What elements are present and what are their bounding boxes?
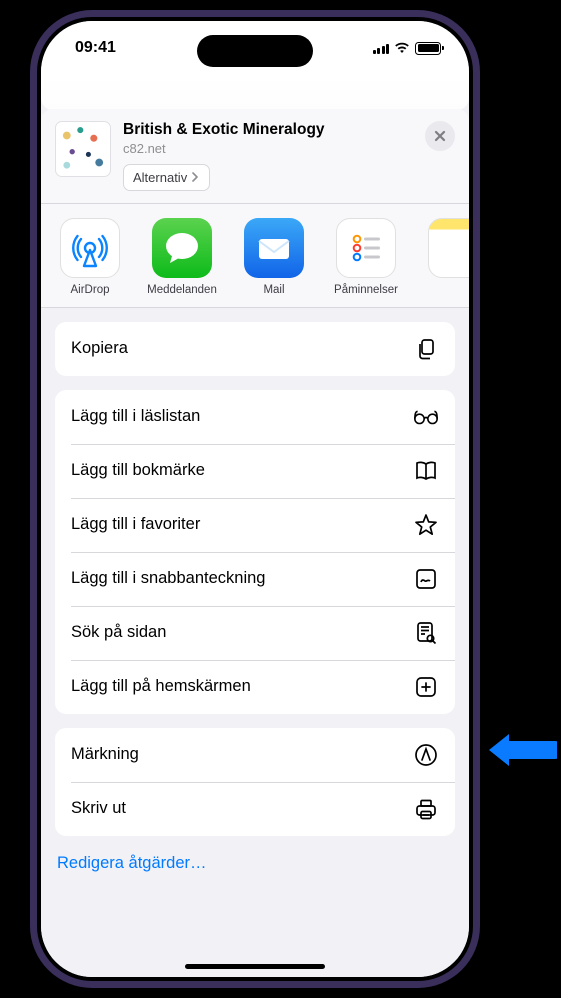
copy-icon xyxy=(413,336,439,362)
action-label: Lägg till i favoriter xyxy=(71,515,200,534)
quick-note-icon xyxy=(413,566,439,592)
action-favorites[interactable]: Lägg till i favoriter xyxy=(55,498,455,552)
action-label: Kopiera xyxy=(71,339,128,358)
edit-actions-link[interactable]: Redigera åtgärder… xyxy=(55,850,455,873)
app-messages[interactable]: Meddelanden xyxy=(147,218,217,297)
action-group-copy: Kopiera xyxy=(55,322,455,376)
action-quick-note[interactable]: Lägg till i snabbanteckning xyxy=(55,552,455,606)
reminders-icon xyxy=(336,218,396,278)
action-label: Lägg till i läslistan xyxy=(71,407,200,426)
app-reminders[interactable]: Påminnelser xyxy=(331,218,401,297)
app-label: Mail xyxy=(239,284,309,297)
markup-icon xyxy=(413,742,439,768)
action-group-main: Lägg till i läslistan Lägg till bokmärk xyxy=(55,390,455,714)
action-label: Skriv ut xyxy=(71,799,126,818)
screen: 09:41 xyxy=(41,21,469,977)
action-label: Lägg till på hemskärmen xyxy=(71,677,251,696)
action-copy[interactable]: Kopiera xyxy=(55,322,455,376)
status-indicators xyxy=(373,42,442,55)
mail-icon xyxy=(244,218,304,278)
actions-list[interactable]: Kopiera Lägg till i läslistan xyxy=(41,308,469,977)
callout-arrow xyxy=(487,730,557,770)
share-header: British & Exotic Mineralogy c82.net Alte… xyxy=(41,109,469,204)
app-airdrop[interactable]: AirDrop xyxy=(55,218,125,297)
share-titles: British & Exotic Mineralogy c82.net Alte… xyxy=(123,121,413,191)
options-label: Alternativ xyxy=(133,170,187,185)
action-home-screen[interactable]: Lägg till på hemskärmen xyxy=(55,660,455,714)
action-label: Sök på sidan xyxy=(71,623,166,642)
share-sheet: British & Exotic Mineralogy c82.net Alte… xyxy=(41,109,469,977)
app-label: AirDrop xyxy=(55,284,125,297)
doc-search-icon xyxy=(413,620,439,646)
messages-icon xyxy=(152,218,212,278)
action-find-on-page[interactable]: Sök på sidan xyxy=(55,606,455,660)
add-square-icon xyxy=(413,674,439,700)
status-time: 09:41 xyxy=(75,39,116,57)
notes-icon xyxy=(428,218,469,278)
action-print[interactable]: Skriv ut xyxy=(55,782,455,836)
cellular-signal-icon xyxy=(373,42,390,54)
star-icon xyxy=(413,512,439,538)
phone-frame: 09:41 xyxy=(30,10,480,988)
app-notes-peek[interactable] xyxy=(423,218,469,297)
action-label: Lägg till i snabbanteckning xyxy=(71,569,265,588)
action-reading-list[interactable]: Lägg till i läslistan xyxy=(55,390,455,444)
action-label: Lägg till bokmärke xyxy=(71,461,205,480)
app-label: Påminnelser xyxy=(331,284,401,297)
printer-icon xyxy=(413,796,439,822)
dynamic-island xyxy=(197,35,313,67)
action-label: Märkning xyxy=(71,745,139,764)
action-bookmark[interactable]: Lägg till bokmärke xyxy=(55,444,455,498)
close-icon xyxy=(434,130,446,142)
options-button[interactable]: Alternativ xyxy=(123,164,210,191)
app-label: Meddelanden xyxy=(147,284,217,297)
battery-icon xyxy=(415,42,441,55)
book-icon xyxy=(413,458,439,484)
action-group-bottom: Märkning Skriv ut xyxy=(55,728,455,836)
share-domain: c82.net xyxy=(123,141,413,156)
phone-bezel: 09:41 xyxy=(37,17,473,981)
share-apps-row[interactable]: AirDrop Meddelanden xyxy=(41,204,469,308)
share-title: British & Exotic Mineralogy xyxy=(123,121,413,140)
page-thumbnail xyxy=(55,121,111,177)
glasses-icon xyxy=(413,404,439,430)
safari-chrome-peek xyxy=(41,75,469,110)
wifi-icon xyxy=(394,42,410,54)
chevron-right-icon xyxy=(190,172,200,182)
airdrop-icon xyxy=(60,218,120,278)
app-mail[interactable]: Mail xyxy=(239,218,309,297)
action-markup[interactable]: Märkning xyxy=(55,728,455,782)
close-button[interactable] xyxy=(425,121,455,151)
home-indicator[interactable] xyxy=(185,964,325,969)
